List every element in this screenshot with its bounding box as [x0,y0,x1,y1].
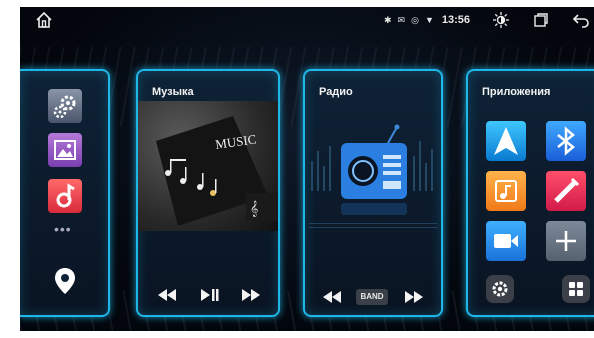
svg-text:𝄞: 𝄞 [250,201,258,217]
status-bar: ✱ ✉ ◎ ▼ 13:56 [20,7,594,33]
apps-card: Приложения [466,69,594,317]
play-pause-icon[interactable] [198,287,220,303]
car-launcher-screen: ✱ ✉ ◎ ▼ 13:56 ••• Музыка MUSIC 𝄞 Радио B… [20,7,594,331]
music-card-title: Музыка [152,86,194,98]
shortcuts-card: ••• [20,69,110,317]
band-button[interactable]: BAND [356,289,388,305]
settings-icon[interactable] [48,89,82,123]
navigation-icon[interactable] [486,121,526,161]
recent-apps-icon[interactable] [532,11,550,29]
bluetooth-icon: ✱ [383,14,392,25]
location-icon: ◎ [411,14,419,25]
status-right: ✱ ✉ ◎ ▼ 13:56 [384,10,590,30]
gear-icon[interactable] [486,275,514,303]
gallery-icon[interactable] [48,133,82,167]
fast-forward-icon[interactable] [240,287,262,303]
location-pin-icon[interactable] [54,267,76,295]
rewind-icon[interactable] [321,289,343,305]
bluetooth-icon[interactable] [546,121,586,161]
message-icon: ✉ [397,14,406,25]
music-player-icon[interactable] [486,171,526,211]
more-dots[interactable]: ••• [54,221,72,237]
home-icon[interactable] [34,10,54,30]
video-icon[interactable] [486,221,526,261]
album-art: MUSIC 𝄞 [138,101,278,231]
radio-art [309,124,437,228]
music-card[interactable]: Музыка MUSIC 𝄞 [136,69,280,317]
wifi-icon: ▼ [424,15,434,25]
clock: 13:56 [441,14,470,26]
app-grid-icon[interactable] [562,275,590,303]
music-note-icon[interactable] [48,179,82,213]
brightness-icon[interactable] [492,11,510,29]
apps-card-title: Приложения [482,86,551,98]
add-icon[interactable] [546,221,586,261]
radio-card-title: Радио [319,86,353,98]
aux-cable-icon[interactable] [546,171,586,211]
fast-forward-icon[interactable] [403,289,425,305]
rewind-icon[interactable] [156,287,178,303]
radio-card[interactable]: Радио BAND [303,69,443,317]
back-icon[interactable] [572,11,590,29]
